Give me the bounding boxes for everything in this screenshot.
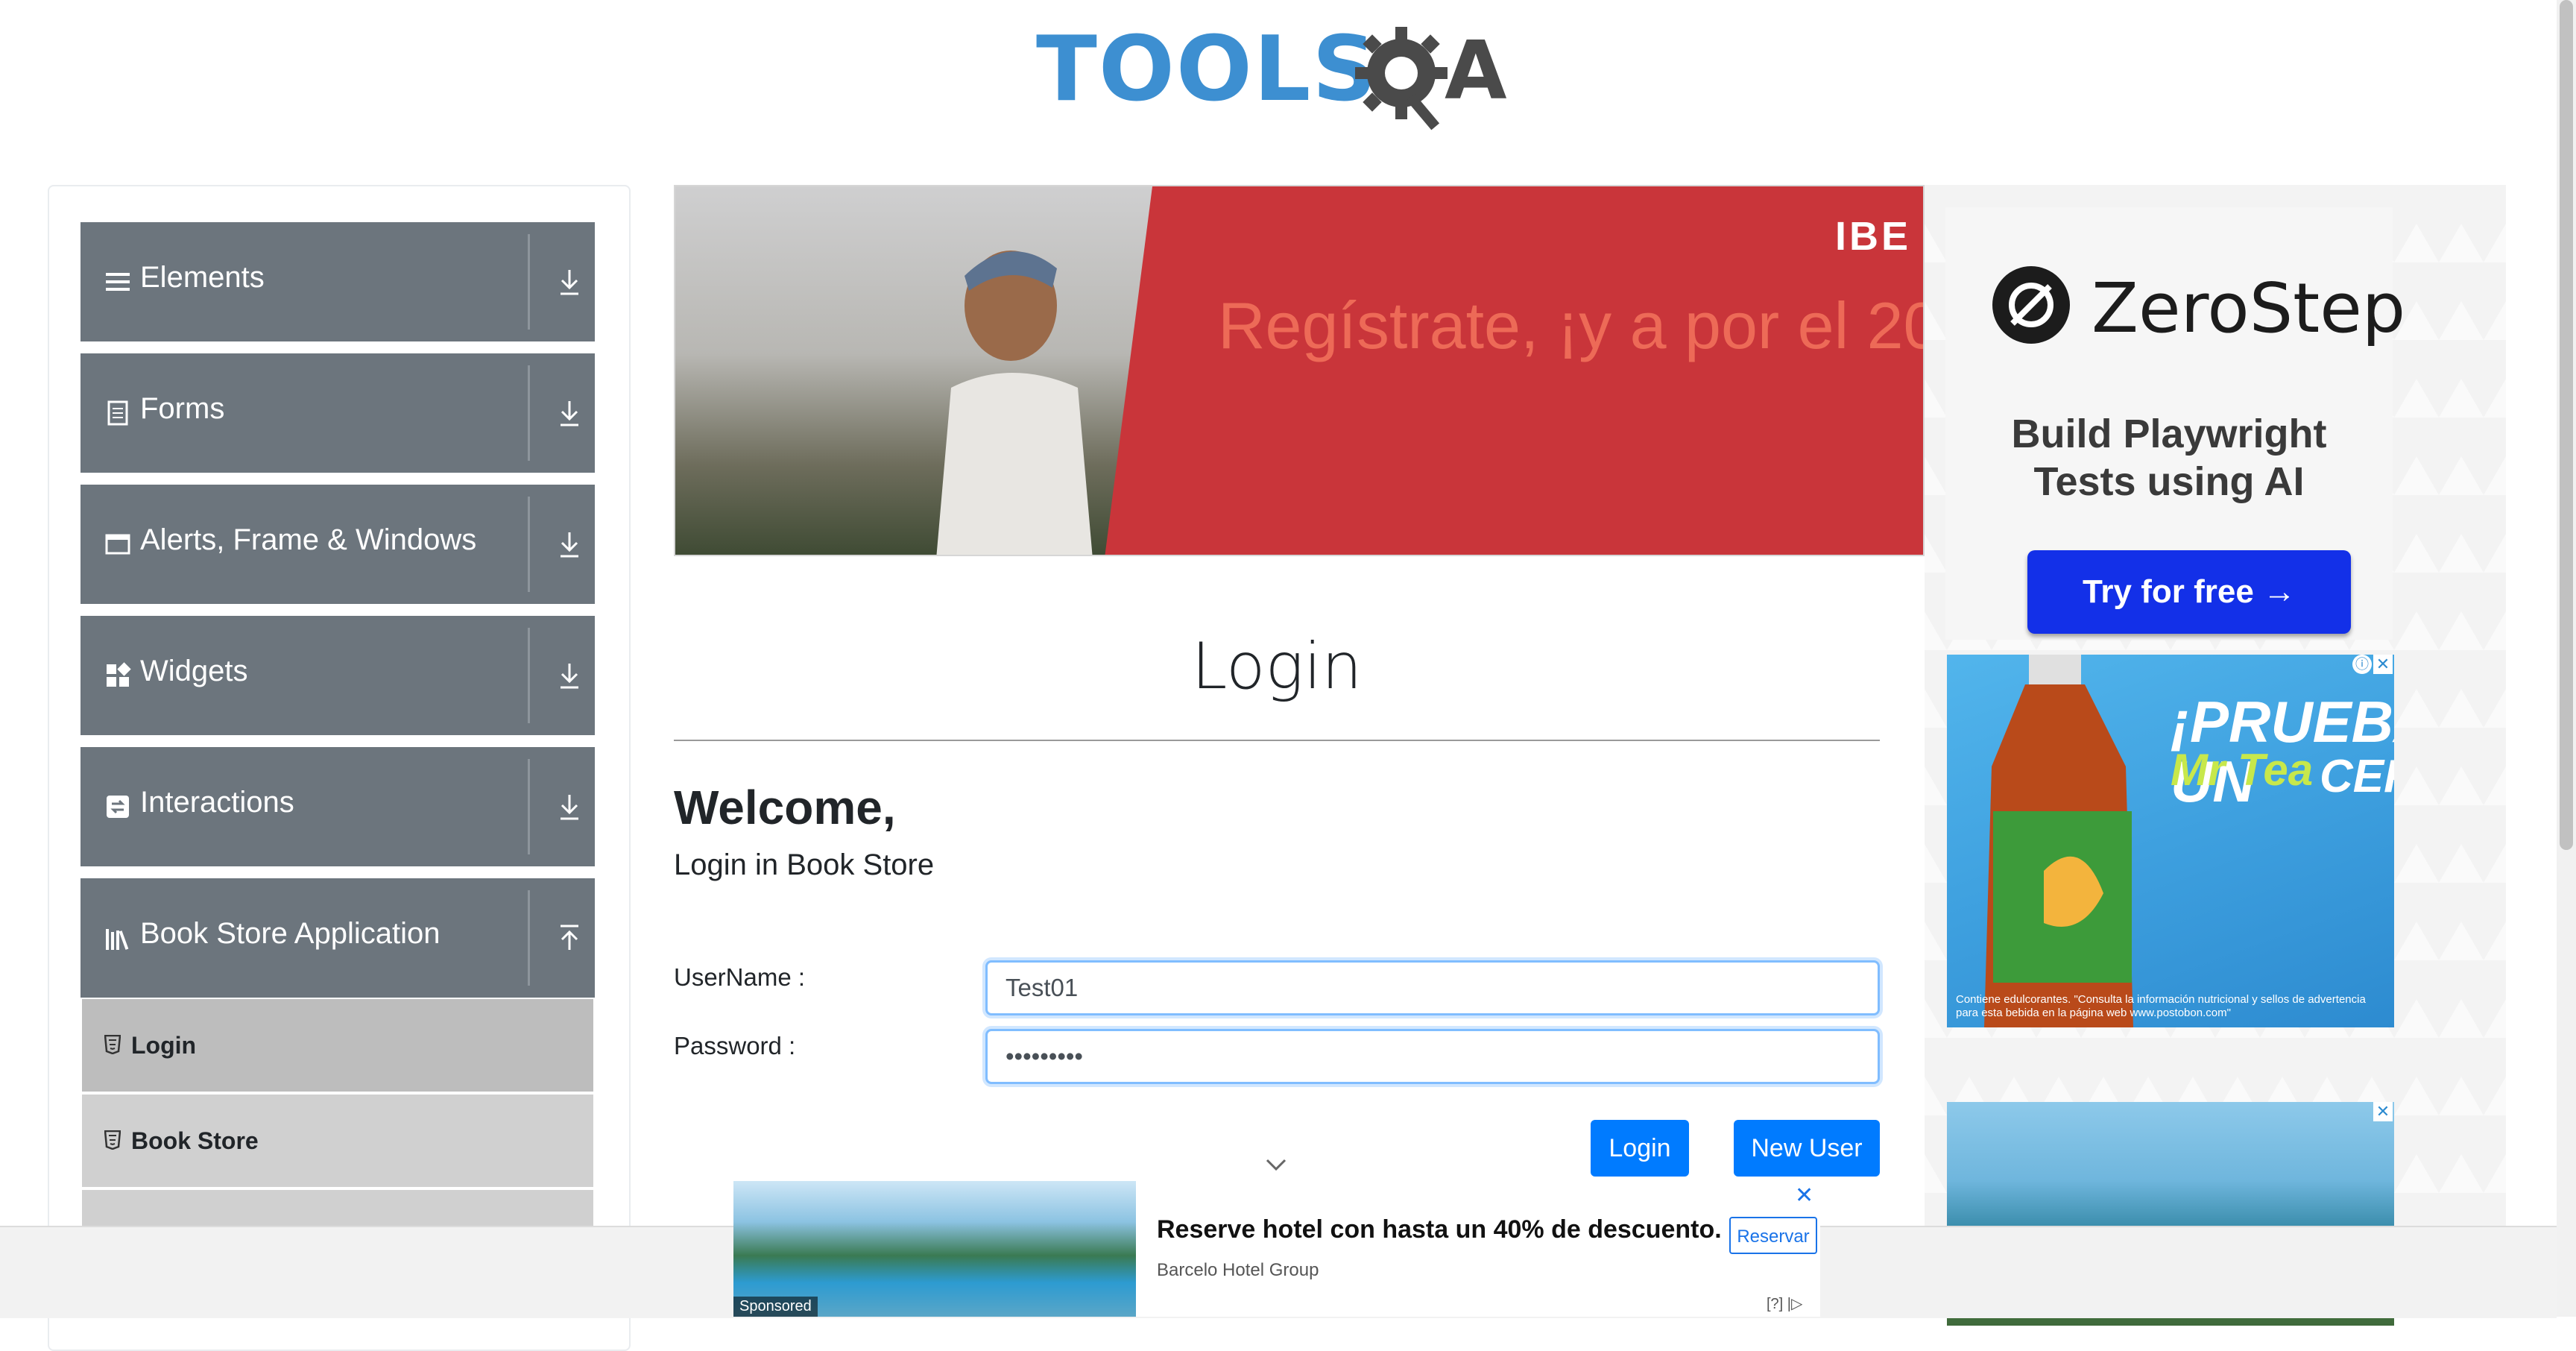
ad-info-icon[interactable]: ⓘ (2352, 655, 2372, 674)
collapse-arrow-icon[interactable] (558, 923, 581, 953)
adchoices-icon[interactable]: [?] |▷ (1767, 1294, 1802, 1313)
login-subtitle: Login in Book Store (674, 848, 935, 881)
scrollbar-thumb[interactable] (2560, 0, 2573, 850)
divider (528, 234, 530, 330)
expand-arrow-icon[interactable] (558, 661, 581, 690)
mr-tea-ad[interactable]: ¡PRUEBA UN Mr Tea CERO Contiene edulcora… (1947, 655, 2394, 1027)
html5-icon (104, 1035, 121, 1054)
ad-close-icon[interactable]: ✕ (2373, 655, 2393, 674)
sidebar-group-label: Forms (140, 392, 225, 425)
username-input[interactable]: Test01 (985, 960, 1880, 1015)
try-for-free-button[interactable]: Try for free → (2027, 550, 2351, 634)
sidebar-group-widgets[interactable]: Widgets (80, 616, 595, 735)
banner-brand: IBE (1835, 214, 1912, 259)
bottom-sponsored-ad[interactable]: Sponsored Reserve hotel con hasta un 40%… (733, 1181, 1820, 1317)
password-input[interactable]: ••••••••• (985, 1029, 1880, 1084)
sidebar-item-book-store[interactable]: Book Store (82, 1095, 593, 1187)
close-icon[interactable]: ✕ (1795, 1182, 1813, 1209)
form-icon (107, 400, 128, 426)
widgets-icon (107, 662, 131, 687)
reservar-button[interactable]: Reservar (1729, 1217, 1817, 1254)
sidebar-group-forms[interactable]: Forms (80, 353, 595, 473)
sidebar-group-label: Widgets (140, 655, 248, 687)
window-icon (105, 534, 130, 555)
bottom-ad-advertiser: Barcelo Hotel Group (1157, 1260, 1319, 1280)
sidebar-item-label: Book Store (131, 1127, 259, 1154)
divider (528, 365, 530, 461)
sidebar-item-login[interactable]: Login (82, 999, 593, 1092)
interactions-icon (107, 796, 129, 818)
ad-close-icon[interactable]: ✕ (2373, 1102, 2393, 1121)
tea-brand: Mr Tea (2171, 745, 2314, 795)
logo-text-a: A (1445, 25, 1507, 118)
books-icon (106, 929, 129, 950)
tea-cero: CERO (2320, 751, 2394, 802)
expand-arrow-icon[interactable] (558, 267, 581, 297)
divider (528, 628, 530, 723)
zerostep-ad[interactable]: ZeroStep Build Playwright Tests using AI… (1945, 207, 2405, 640)
expand-arrow-icon[interactable] (558, 398, 581, 428)
logo-text: TOOLS (1036, 18, 1378, 122)
sidebar-group-label: Alerts, Frame & Windows (140, 523, 477, 556)
page-title: Login (1191, 629, 1363, 704)
sidebar-item-label: Login (131, 1032, 197, 1059)
sidebar-group-elements[interactable]: Elements (80, 222, 595, 341)
expand-arrow-icon[interactable] (558, 529, 581, 559)
chevron-down-icon[interactable] (1264, 1156, 1288, 1174)
sidebar-group-label: Book Store Application (140, 917, 441, 950)
tea-legal-text: Contiene edulcorantes. "Consulta la info… (1956, 993, 2366, 1019)
expand-arrow-icon[interactable] (558, 792, 581, 822)
bottle-image (1984, 655, 2133, 1027)
right-ad-column: ZeroStep Build Playwright Tests using AI… (1925, 185, 2506, 1326)
username-label: UserName : (674, 963, 806, 991)
sidebar-group-interactions[interactable]: Interactions (80, 747, 595, 866)
html5-icon (104, 1130, 121, 1150)
divider (528, 497, 530, 592)
title-divider (674, 740, 1880, 741)
banner-slogan: Regístrate, ¡y a por el 20! (1218, 289, 1925, 362)
zerostep-tagline: Build Playwright Tests using AI (2011, 412, 2327, 504)
left-panel: Elements Forms Alerts, Frame & Windows W… (48, 185, 631, 1351)
sidebar-group-label: Elements (140, 261, 265, 294)
list-icon (106, 273, 130, 291)
welcome-heading: Welcome, (674, 781, 896, 834)
sidebar-group-label: Interactions (140, 786, 294, 819)
divider (528, 759, 530, 854)
password-label: Password : (674, 1032, 796, 1059)
banner-ad[interactable]: IBE Regístrate, ¡y a por el 20! (674, 185, 1925, 556)
sponsored-label: Sponsored (733, 1297, 818, 1317)
new-user-button[interactable]: New User (1734, 1120, 1880, 1177)
zerostep-logo-icon (1992, 266, 2070, 344)
page-scrollbar[interactable] (2557, 0, 2576, 1317)
zerostep-name: ZeroStep (2092, 268, 2406, 348)
login-button[interactable]: Login (1591, 1120, 1689, 1177)
hotel-image: Sponsored (733, 1181, 1136, 1317)
sidebar-group-alerts[interactable]: Alerts, Frame & Windows (80, 485, 595, 604)
person-image (936, 251, 1093, 555)
bottom-ad-headline: Reserve hotel con hasta un 40% de descue… (1157, 1215, 1722, 1244)
sidebar-group-book-store[interactable]: Book Store Application (80, 878, 595, 998)
divider (528, 890, 530, 986)
toolsqa-logo[interactable]: TOOLS A (1036, 21, 1521, 140)
